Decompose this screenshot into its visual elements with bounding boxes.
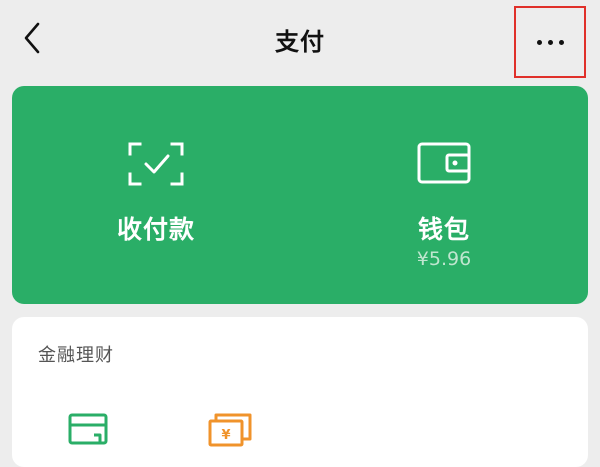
- receive-pay-button[interactable]: 收付款: [12, 86, 300, 304]
- credit-card-icon[interactable]: [68, 413, 108, 447]
- more-button[interactable]: [514, 6, 586, 78]
- wallet-button[interactable]: 钱包 ¥5.96: [300, 86, 588, 304]
- wallet-label: 钱包: [417, 215, 470, 244]
- finance-section-title: 金融理财: [38, 345, 114, 366]
- yuan-bills-icon[interactable]: ¥: [208, 413, 252, 447]
- payment-card: 收付款 钱包 ¥5.96: [12, 86, 588, 304]
- more-dots-icon: [536, 39, 542, 45]
- page-title: 支付: [275, 28, 325, 56]
- more-dot: [558, 39, 564, 45]
- receive-pay-label: 收付款: [116, 215, 195, 244]
- finance-section: 金融理财 ¥: [12, 317, 588, 467]
- more-dot: [547, 39, 553, 45]
- wallet-balance: ¥5.96: [416, 248, 472, 270]
- yuan-glyph: ¥: [221, 428, 230, 443]
- top-bar: 支付: [0, 0, 600, 80]
- wallet-icon: [417, 142, 471, 184]
- scan-check-icon: [128, 142, 184, 186]
